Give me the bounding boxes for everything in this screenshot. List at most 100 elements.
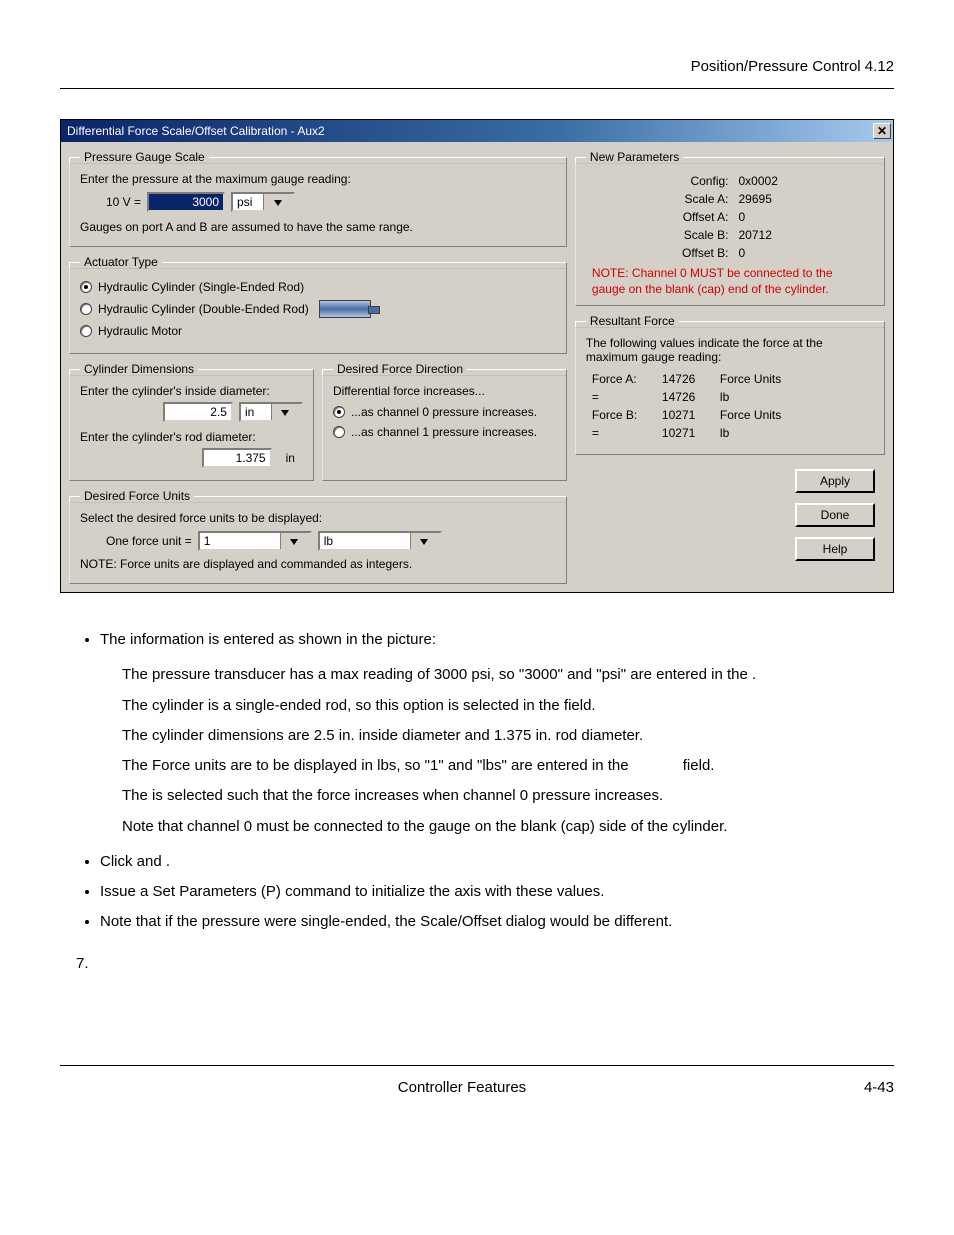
fa-eq: = — [592, 390, 654, 404]
bullet-3: Issue a Set Parameters (P) command to in… — [100, 882, 894, 902]
cylinder-icon — [319, 300, 371, 318]
force-units-note: NOTE: Force units are displayed and comm… — [80, 557, 412, 571]
bullet-1: The information is entered as shown in t… — [100, 630, 894, 650]
chevron-down-icon[interactable] — [271, 404, 301, 420]
actuator-opt-single[interactable]: Hydraulic Cylinder (Single-Ended Rod) — [80, 277, 556, 297]
actuator-opt-double[interactable]: Hydraulic Cylinder (Double-Ended Rod) — [80, 297, 556, 321]
np-offsetb-v: 0 — [739, 246, 869, 260]
fa-k: Force A: — [592, 372, 654, 386]
np-scalea-k: Scale A: — [592, 192, 729, 206]
page-footer: Controller Features 4-43 — [60, 1073, 894, 1096]
done-button[interactable]: Done — [795, 503, 875, 527]
sub-6: Note that channel 0 must be connected to… — [122, 817, 894, 837]
actuator-type-group: Actuator Type Hydraulic Cylinder (Single… — [69, 255, 567, 354]
dimensions-legend: Cylinder Dimensions — [80, 362, 198, 376]
bullet-4: Note that if the pressure were single-en… — [100, 912, 894, 932]
force-units-group: Desired Force Units Select the desired f… — [69, 489, 567, 584]
rod-dia-label: Enter the cylinder's rod diameter: — [80, 430, 256, 444]
inside-dia-input[interactable] — [163, 402, 233, 422]
header-rule — [60, 88, 894, 89]
np-scalea-v: 29695 — [739, 192, 869, 206]
sub-3: The cylinder dimensions are 2.5 in. insi… — [122, 726, 894, 746]
fb-v: 10271 — [662, 408, 712, 422]
footer-title: Controller Features — [398, 1079, 526, 1096]
radio-icon[interactable] — [80, 325, 92, 337]
fa-lb: 14726 — [662, 390, 712, 404]
page: Position/Pressure Control 4.12 Different… — [0, 0, 954, 1235]
direction-lead: Differential force increases... — [333, 384, 485, 398]
sub-1: The pressure transducer has a max readin… — [122, 665, 894, 685]
np-scaleb-v: 20712 — [739, 228, 869, 242]
fb-lbu: lb — [720, 426, 868, 440]
fb-eq: = — [592, 426, 654, 440]
pressure-note: Gauges on port A and B are assumed to ha… — [80, 220, 413, 234]
resultant-legend: Resultant Force — [586, 314, 679, 328]
footer-rule — [60, 1065, 894, 1066]
radio-icon[interactable] — [333, 426, 345, 438]
fb-u: Force Units — [720, 408, 868, 422]
dialog-buttons: Apply Done Help — [575, 463, 885, 571]
pressure-gauge-legend: Pressure Gauge Scale — [80, 150, 209, 164]
force-units-legend: Desired Force Units — [80, 489, 194, 503]
fa-v: 14726 — [662, 372, 712, 386]
force-units-prompt: Select the desired force units to be dis… — [80, 511, 322, 525]
apply-button[interactable]: Apply — [795, 469, 875, 493]
force-direction-group: Desired Force Direction Differential for… — [322, 362, 567, 481]
force-unit-value: 1 — [200, 533, 280, 549]
inside-unit-value: in — [241, 404, 271, 420]
page-header: Position/Pressure Control 4.12 — [60, 40, 894, 81]
pressure-input-row: 10 V = psi — [80, 192, 556, 212]
pressure-input[interactable] — [147, 192, 225, 212]
step-7: 7. — [70, 948, 894, 974]
sub-4: The Force units are to be displayed in l… — [122, 756, 894, 776]
direction-opt-ch0[interactable]: ...as channel 0 pressure increases. — [333, 402, 556, 422]
sub-5: The is selected such that the force incr… — [122, 786, 894, 806]
force-unit-unit: lb — [320, 533, 410, 549]
bullet-2: Click and . — [100, 852, 894, 872]
resultant-table: Force A: 14726 Force Units = 14726 lb Force … — [586, 370, 874, 442]
fa-lbu: lb — [720, 390, 868, 404]
direction-opt2-label: ...as channel 1 pressure increases. — [351, 425, 537, 439]
close-icon[interactable]: ✕ — [873, 123, 891, 139]
radio-icon[interactable] — [80, 303, 92, 315]
inside-unit-combo[interactable]: in — [239, 402, 303, 422]
pressure-prompt: Enter the pressure at the maximum gauge … — [80, 172, 351, 186]
force-unit-unit-combo[interactable]: lb — [318, 531, 442, 551]
bullet-list: The information is entered as shown in t… — [70, 630, 894, 650]
actuator-opt-motor[interactable]: Hydraulic Motor — [80, 321, 556, 341]
new-params-table: Config:0x0002 Scale A:29695 Offset A:0 S… — [586, 172, 874, 262]
rod-unit-label: in — [278, 451, 303, 465]
inside-dia-label: Enter the cylinder's inside diameter: — [80, 384, 270, 398]
fb-k: Force B: — [592, 408, 654, 422]
radio-icon[interactable] — [80, 281, 92, 293]
direction-opt-ch1[interactable]: ...as channel 1 pressure increases. — [333, 422, 556, 442]
dialog-title: Differential Force Scale/Offset Calibrat… — [67, 124, 325, 138]
np-scaleb-k: Scale B: — [592, 228, 729, 242]
sub-2: The cylinder is a single-ended rod, so t… — [122, 696, 894, 716]
radio-icon[interactable] — [333, 406, 345, 418]
new-parameters-group: New Parameters Config: 0x0002 Scale A: 296… — [575, 150, 885, 306]
new-params-legend: New Parameters — [586, 150, 683, 164]
actuator-opt1-label: Hydraulic Cylinder (Single-Ended Rod) — [98, 280, 304, 294]
chevron-down-icon[interactable] — [280, 533, 310, 549]
calibration-dialog: Differential Force Scale/Offset Calibrat… — [60, 119, 894, 593]
direction-opt1-label: ...as channel 0 pressure increases. — [351, 405, 537, 419]
actuator-opt2-label: Hydraulic Cylinder (Double-Ended Rod) — [98, 302, 309, 316]
np-config-k: Config: — [592, 174, 729, 188]
np-config-v: 0x0002 — [739, 174, 869, 188]
force-unit-value-combo[interactable]: 1 — [198, 531, 312, 551]
np-offseta-v: 0 — [739, 210, 869, 224]
resultant-force-group: Resultant Force The following values ind… — [575, 314, 885, 455]
fb-lb: 10271 — [662, 426, 712, 440]
bullet-list-2: Click and . Issue a Set Parameters (P) c… — [70, 852, 894, 933]
one-force-unit-label: One force unit = — [106, 534, 192, 548]
document-body: The information is entered as shown in t… — [60, 605, 894, 974]
rod-dia-input[interactable] — [202, 448, 272, 468]
dialog-titlebar[interactable]: Differential Force Scale/Offset Calibrat… — [61, 120, 893, 142]
chevron-down-icon[interactable] — [263, 194, 293, 210]
np-offsetb-k: Offset B: — [592, 246, 729, 260]
resultant-lead: The following values indicate the force … — [586, 336, 874, 364]
chevron-down-icon[interactable] — [410, 533, 440, 549]
pressure-unit-combo[interactable]: psi — [231, 192, 295, 212]
help-button[interactable]: Help — [795, 537, 875, 561]
